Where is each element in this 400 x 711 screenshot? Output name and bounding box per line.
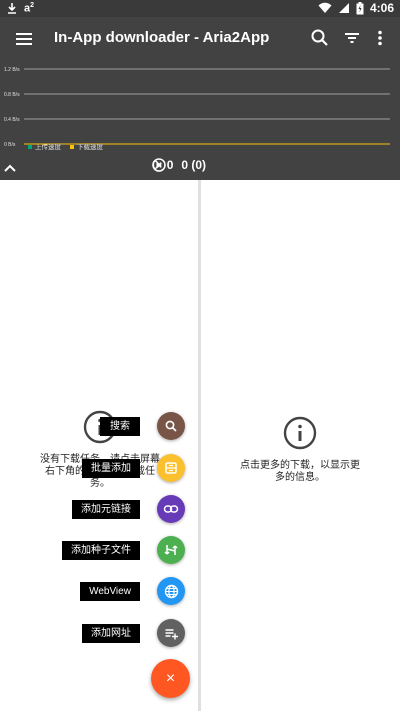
fab-mini-add-metalink[interactable]	[157, 495, 185, 523]
info-icon	[283, 416, 317, 450]
battery-icon	[356, 1, 364, 14]
download-arrow-icon	[8, 3, 16, 15]
torrent-icon	[164, 545, 178, 555]
fab-item-add-torrent[interactable]: 添加种子文件	[0, 536, 200, 566]
details-empty-state: 点击更多的下载，以显示更多的信息。	[240, 416, 360, 484]
y-tick-label: 0 B/s	[4, 142, 16, 148]
app-title: In-App downloader - Aria2App	[54, 29, 270, 46]
status-left: a2	[6, 2, 34, 15]
status-right: 4:06	[318, 1, 394, 15]
stopped-count: 0 (0)	[152, 158, 207, 172]
filter-icon[interactable]	[340, 26, 364, 50]
fab-label-add-url[interactable]: 添加网址	[82, 624, 140, 643]
signal-icon	[338, 3, 349, 13]
fab-item-search[interactable]: 搜索	[0, 412, 200, 442]
summary-counts: 0 0 0 (0)	[152, 158, 206, 172]
paused-count-value: 0	[166, 158, 174, 172]
legend-swatch	[70, 145, 74, 149]
stopped-count-value: 0 (0)	[181, 158, 207, 172]
legend-label: 上传速度	[35, 142, 62, 151]
fab-mini-batch-add[interactable]	[157, 454, 185, 482]
fab-mini-webview[interactable]	[157, 577, 185, 605]
chevron-up-icon[interactable]	[0, 158, 20, 178]
search-icon[interactable]	[308, 26, 332, 50]
fab-label-add-torrent[interactable]: 添加种子文件	[62, 541, 140, 560]
y-tick-label: 1.2 B/s	[4, 67, 20, 73]
fab-label-webview[interactable]: WebView	[80, 582, 140, 601]
y-tick-label: 0.8 B/s	[4, 92, 20, 98]
clock: 4:06	[369, 1, 394, 15]
fab-label-search[interactable]: 搜索	[100, 417, 140, 436]
a-squared-icon: a2	[24, 2, 35, 15]
fab-item-add-metalink[interactable]: 添加元链接	[0, 495, 200, 525]
fab-mini-search[interactable]	[157, 412, 185, 440]
speed-chart: 1.2 B/s 0.8 B/s 0.4 B/s 0 B/s 上传速度 下载速度	[4, 67, 390, 151]
add-url-icon	[165, 628, 178, 639]
legend-label: 下载速度	[77, 142, 104, 151]
globe-icon	[164, 584, 178, 598]
close-icon: ×	[165, 669, 176, 687]
status-bar: a2 4:06	[0, 0, 400, 17]
legend-swatch	[28, 145, 32, 149]
main-fab-close[interactable]: ×	[151, 659, 190, 698]
fab-item-batch-add[interactable]: 批量添加	[0, 454, 200, 484]
details-empty-text: 点击更多的下载，以显示更多的信息。	[240, 460, 360, 483]
fab-mini-add-url[interactable]	[157, 619, 185, 647]
fab-item-add-url[interactable]: 添加网址	[0, 619, 200, 649]
download-summary: 0 0 0 (0)	[0, 158, 400, 178]
search-icon	[165, 420, 177, 432]
paused-count: 0	[152, 158, 174, 172]
batch-add-icon	[165, 462, 177, 474]
menu-icon[interactable]	[12, 27, 36, 51]
fab-label-add-metalink[interactable]: 添加元链接	[72, 500, 140, 519]
more-vert-icon[interactable]	[368, 26, 392, 50]
fab-label-batch-add[interactable]: 批量添加	[82, 459, 140, 478]
link-icon	[163, 505, 179, 513]
speed-chart-panel: 1.2 B/s 0.8 B/s 0.4 B/s 0 B/s 上传速度 下载速度 0 0	[0, 60, 400, 180]
app-bar: In-App downloader - Aria2App	[0, 17, 400, 60]
y-tick-label: 0.4 B/s	[4, 117, 20, 123]
fab-mini-add-torrent[interactable]	[157, 536, 185, 564]
fab-item-webview[interactable]: WebView	[0, 577, 200, 607]
cancel-circle-icon	[152, 158, 166, 172]
wifi-icon	[318, 2, 332, 13]
